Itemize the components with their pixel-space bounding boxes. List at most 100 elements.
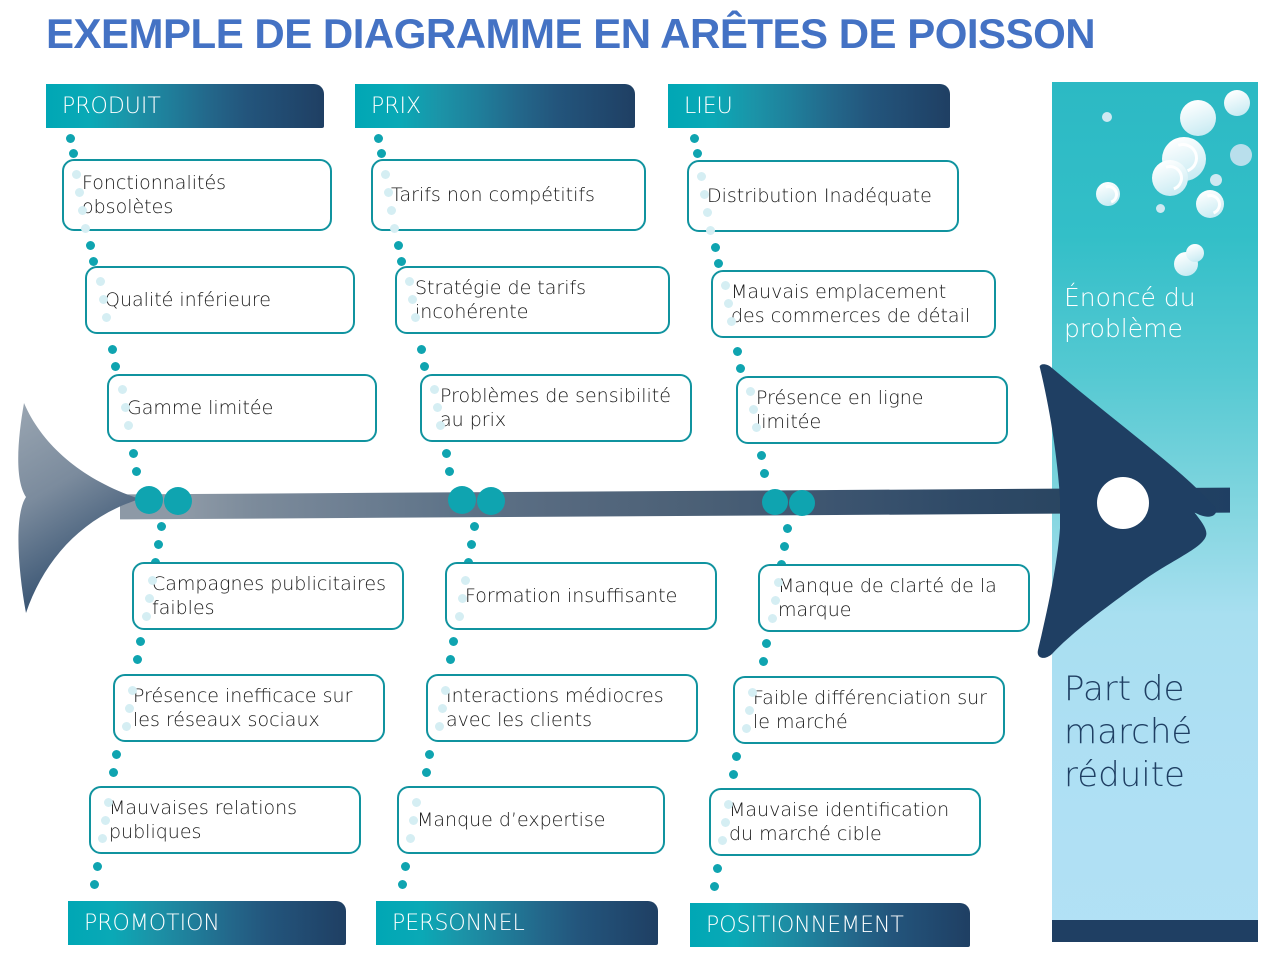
connector-dot — [401, 862, 410, 871]
problem-statement-label: Énoncé du problème — [1064, 283, 1196, 344]
connector-dot — [771, 596, 780, 605]
connector-dot — [409, 816, 418, 825]
connector-dot — [746, 387, 755, 396]
connector-dot — [470, 522, 479, 531]
connector-dot — [700, 190, 709, 199]
cause-label: Mauvais emplacement des commerces de dét… — [731, 280, 971, 327]
category-bar-promotion[interactable]: PROMOTION — [68, 901, 346, 945]
cause-label: Campagnes publicitaires faibles — [152, 572, 386, 619]
connector-dot — [713, 864, 722, 873]
cause-box[interactable]: Mauvaise identification du marché cible — [709, 788, 981, 856]
connector-dot — [780, 542, 789, 551]
spine-node-dot — [135, 486, 163, 514]
cause-label: Gamme limitée — [127, 396, 274, 419]
connector-dot — [125, 704, 134, 713]
connector-dot — [78, 206, 87, 215]
connector-dot — [706, 226, 715, 235]
bubble-highlight-icon — [1196, 190, 1225, 219]
cause-box[interactable]: Présence inefficace sur les réseaux soci… — [113, 674, 385, 742]
bubble-icon — [1186, 244, 1204, 262]
connector-dot — [89, 257, 98, 266]
connector-dot — [690, 134, 699, 143]
connector-dot — [458, 594, 467, 603]
category-bar-lieu[interactable]: LIEU — [668, 84, 950, 128]
category-bar-positionnement[interactable]: POSITIONNEMENT — [690, 903, 970, 947]
connector-dot — [774, 578, 783, 587]
connector-dot — [752, 423, 761, 432]
cause-box[interactable]: Mauvais emplacement des commerces de dét… — [711, 270, 996, 338]
cause-box[interactable]: Présence en ligne limitée — [736, 376, 1008, 444]
bubble-icon — [1196, 190, 1225, 219]
category-label: PERSONNEL — [392, 910, 525, 936]
cause-box[interactable]: Campagnes publicitaires faibles — [132, 562, 404, 630]
connector-dot — [154, 540, 163, 549]
connector-dot — [757, 451, 766, 460]
cause-label: Problèmes de sensibilité au prix — [440, 384, 671, 431]
cause-label: Faible différenciation sur le marché — [753, 686, 987, 733]
cause-box[interactable]: Distribution Inadéquate — [687, 160, 959, 232]
connector-dot — [711, 243, 720, 252]
connector-dot — [742, 724, 751, 733]
connector-dot — [467, 540, 476, 549]
cause-box[interactable]: Fonctionnalités obsolètes — [62, 159, 332, 231]
connector-dot — [132, 467, 141, 476]
connector-dot — [710, 882, 719, 891]
cause-label: Mauvaises relations publiques — [109, 796, 298, 843]
connector-dot — [724, 800, 733, 809]
fish-head-icon — [1037, 364, 1217, 658]
connector-dot — [118, 385, 127, 394]
bubble-icon — [1230, 144, 1252, 166]
cause-label: Stratégie de tarifs incohérente — [415, 276, 587, 323]
spine-node-dot — [789, 490, 815, 516]
cause-box[interactable]: Problèmes de sensibilité au prix — [420, 374, 692, 442]
connector-dot — [721, 281, 730, 290]
connector-dot — [762, 639, 771, 648]
cause-box[interactable]: Manque d’expertise — [397, 786, 665, 854]
connector-dot — [72, 170, 81, 179]
connector-dot — [101, 816, 110, 825]
category-label: POSITIONNEMENT — [706, 912, 904, 938]
connector-dot — [99, 295, 108, 304]
connector-dot — [718, 836, 727, 845]
connector-dot — [412, 798, 421, 807]
bubble-icon — [1180, 100, 1216, 136]
cause-box[interactable]: Faible différenciation sur le marché — [733, 676, 1005, 744]
category-label: PROMOTION — [84, 910, 220, 936]
connector-dot — [86, 241, 95, 250]
connector-dot — [96, 277, 105, 286]
connector-dot — [435, 722, 444, 731]
bubble-highlight-icon — [1095, 181, 1122, 208]
connector-dot — [733, 347, 742, 356]
connector-dot — [732, 752, 741, 761]
spine-node-dot — [164, 487, 192, 515]
connector-dot — [455, 612, 464, 621]
connector-dot — [128, 686, 137, 695]
cause-label: Manque de clarté de la marque — [778, 574, 997, 621]
connector-dot — [136, 637, 145, 646]
bubble-icon — [1102, 112, 1112, 122]
connector-dot — [441, 686, 450, 695]
connector-dot — [749, 405, 758, 414]
cause-box[interactable]: Formation insuffisante — [445, 562, 717, 630]
connector-dot — [783, 524, 792, 533]
connector-dot — [157, 522, 166, 531]
cause-box[interactable]: Tarifs non compétitifs — [371, 159, 646, 231]
cause-box[interactable]: Gamme limitée — [107, 374, 377, 442]
category-label: PRODUIT — [62, 93, 161, 119]
cause-label: Distribution Inadéquate — [707, 184, 932, 207]
cause-box[interactable]: Mauvaises relations publiques — [89, 786, 361, 854]
connector-dot — [121, 403, 130, 412]
connector-dot — [724, 299, 733, 308]
cause-box[interactable]: Qualité inférieure — [85, 266, 355, 334]
category-bar-prix[interactable]: PRIX — [355, 84, 635, 128]
connector-dot — [411, 313, 420, 322]
cause-box[interactable]: Manque de clarté de la marque — [758, 564, 1030, 632]
cause-box[interactable]: Stratégie de tarifs incohérente — [395, 266, 670, 334]
category-bar-produit[interactable]: PRODUIT — [46, 84, 324, 128]
connector-dot — [405, 277, 414, 286]
cause-box[interactable]: Interactions médiocres avec les clients — [426, 674, 698, 742]
connector-dot — [142, 612, 151, 621]
cause-label: Manque d’expertise — [417, 808, 606, 831]
category-bar-personnel[interactable]: PERSONNEL — [376, 901, 658, 945]
connector-dot — [745, 706, 754, 715]
